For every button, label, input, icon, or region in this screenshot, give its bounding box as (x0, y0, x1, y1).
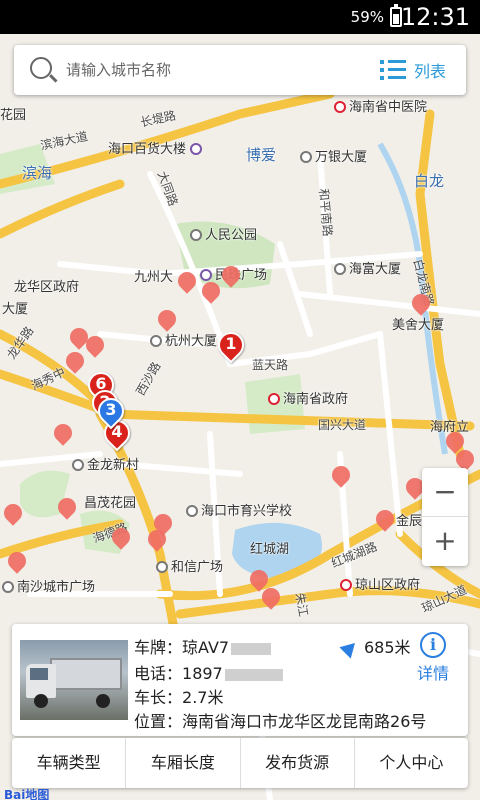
plate-row: 车牌：琼AV7 (134, 634, 272, 658)
list-label: 列表 (414, 62, 447, 81)
vehicle-marker[interactable] (328, 462, 354, 490)
vehicle-info-card[interactable]: 车牌：琼AV7 电话：1897 车长：2.7米 位置：海南省海口市龙华区龙昆南路… (12, 624, 468, 736)
map-label-binhai: 滨海 (22, 164, 53, 182)
map-label-sports-school: 海口市育兴学校 (186, 500, 292, 519)
tab-vehicle-type[interactable]: 车辆类型 (12, 738, 127, 788)
vehicle-marker[interactable] (54, 494, 80, 522)
location-row: 位置：海南省海口市龙华区龙昆南路26号 (134, 708, 426, 732)
vehicle-marker-numbered[interactable]: 1 (212, 326, 250, 364)
distance-value: 685米 (364, 638, 411, 657)
search-bar: 列表 (14, 45, 466, 95)
vehicle-marker[interactable] (372, 506, 398, 534)
map-label-jinchen: 金辰 (396, 514, 423, 529)
masked-text (231, 642, 272, 655)
vehicle-marker-selected[interactable]: 3 (92, 392, 130, 430)
status-bar: 59% 12:31 (0, 0, 480, 34)
vehicle-marker[interactable] (0, 500, 26, 528)
bottom-nav: 车辆类型 车厢长度 发布货源 个人中心 (12, 738, 468, 788)
tab-personal-center[interactable]: 个人中心 (355, 738, 468, 788)
vehicle-marker[interactable] (174, 268, 200, 296)
list-icon (380, 57, 406, 83)
navigation-arrow-icon (339, 637, 361, 659)
map-label-boai: 博爱 (246, 146, 277, 164)
zoom-in-button[interactable]: + (422, 517, 468, 566)
zoom-out-button[interactable]: − (422, 468, 468, 517)
tab-carriage-length[interactable]: 车厢长度 (126, 738, 241, 788)
vehicle-marker[interactable] (154, 306, 180, 334)
map-label-daxia: 大厦 (2, 302, 29, 317)
phone-label: 电话： (134, 664, 183, 683)
vehicle-marker[interactable] (82, 332, 108, 360)
plate-label: 车牌： (134, 638, 183, 657)
location-label: 位置： (134, 712, 183, 731)
map-label-lantian-road: 蓝天路 (252, 358, 289, 372)
length-row: 车长：2.7米 (134, 684, 223, 708)
distance: 685米 (339, 634, 411, 659)
vehicle-marker[interactable] (108, 524, 134, 552)
map-label-garden: 花园 (0, 108, 27, 123)
map-label-hainan-gov: 海南省政府 (268, 388, 348, 407)
length-value: 2.7米 (182, 688, 224, 707)
vehicle-marker[interactable] (408, 290, 434, 318)
baidu-map-logo: Bai地图 (4, 788, 50, 800)
map-label-haifu-building: 海富大厦 (334, 258, 401, 277)
location-value: 海南省海口市龙华区龙昆南路26号 (182, 712, 427, 731)
map-label-peoples-park: 人民公园 (190, 224, 257, 243)
tab-publish-cargo[interactable]: 发布货源 (241, 738, 355, 788)
vehicle-marker[interactable] (4, 548, 30, 576)
truck-photo (20, 640, 128, 720)
plate-value: 琼AV7 (182, 638, 230, 657)
map-label-jiuzhou: 九州大 (134, 270, 174, 285)
map-label-longhua-gov: 龙华区政府 (14, 280, 80, 295)
phone-value: 1897 (182, 664, 223, 683)
phone-row: 电话：1897 (134, 660, 283, 684)
info-icon[interactable]: i (420, 632, 446, 658)
length-label: 车长： (134, 688, 183, 707)
vehicle-marker[interactable] (50, 420, 76, 448)
detail-link[interactable]: 详情 (417, 660, 449, 684)
map-label-jinlong-village: 金龙新村 (72, 454, 139, 473)
vehicle-marker[interactable] (198, 278, 224, 306)
zoom-controls: − + (422, 468, 468, 566)
map-label-hongcheng-lake: 红城湖 (250, 542, 290, 557)
map-label-wanyin: 万银大厦 (300, 146, 367, 165)
list-view-button[interactable]: 列表 (380, 53, 456, 87)
map-label-nansha-square: 南沙城市广场 (2, 576, 95, 595)
city-search-input[interactable] (66, 55, 366, 85)
clock: 12:31 (400, 3, 470, 31)
map-label-hexin-square: 和信广场 (156, 556, 223, 575)
map-label-guoxing-avenue: 国兴大道 (318, 418, 367, 432)
vehicle-marker[interactable] (258, 584, 284, 612)
vehicle-marker[interactable] (62, 348, 88, 376)
map-label-department-store: 海口百货大楼 (108, 138, 205, 157)
map-label-changmao: 昌茂花园 (84, 496, 137, 511)
map-label-hospital: 海南省中医院 (334, 96, 427, 115)
masked-text (224, 668, 283, 681)
map-label-bailong: 白龙 (414, 172, 445, 190)
battery-percent: 59% (350, 8, 384, 26)
map-label-qiongshan-gov: 琼山区政府 (340, 574, 420, 593)
vehicle-marker[interactable] (218, 262, 244, 290)
search-icon[interactable] (30, 57, 52, 79)
vehicle-marker[interactable] (144, 526, 170, 554)
